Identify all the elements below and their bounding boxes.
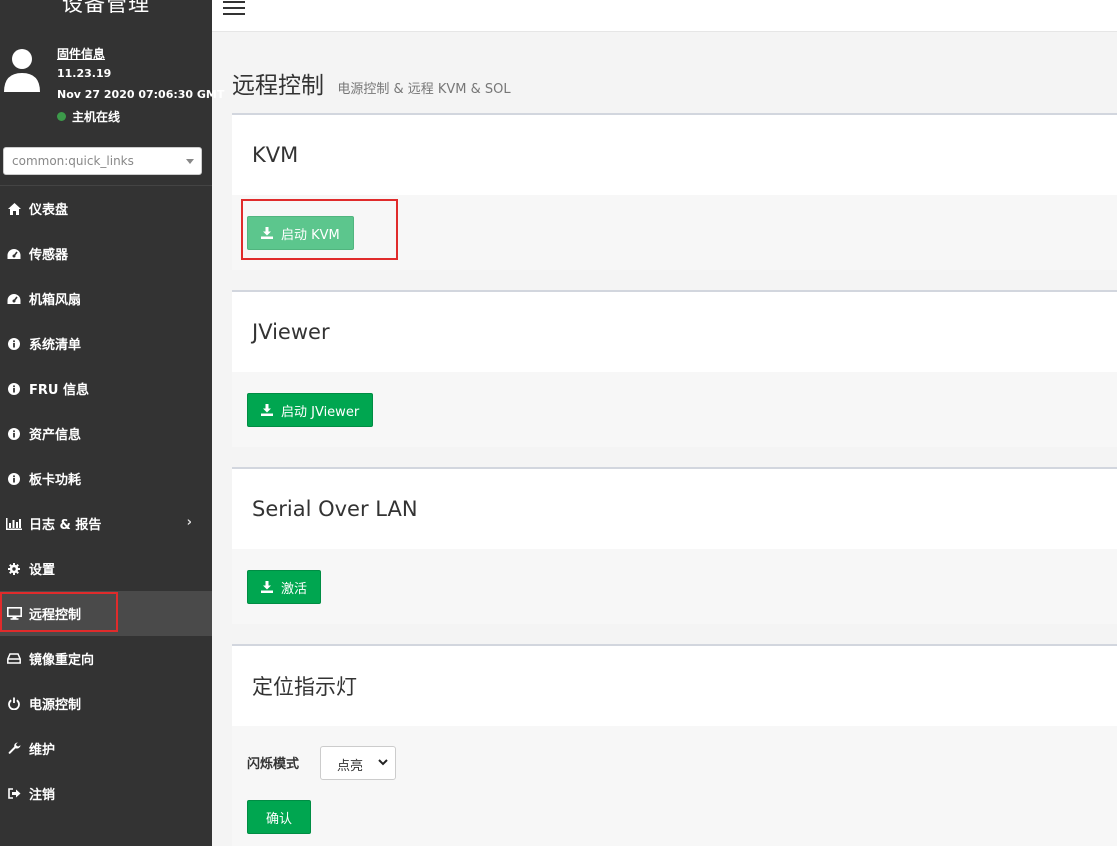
- user-avatar-icon: [4, 49, 40, 92]
- sidebar-item-label: 镜像重定向: [29, 653, 95, 668]
- sidebar: 设备管理 固件信息 11.23.19 Nov 27 2020 07:06:30 …: [0, 0, 224, 846]
- sidebar-item-label: 维护: [29, 743, 56, 758]
- hamburger-menu-icon[interactable]: [223, 1, 245, 15]
- flash-mode-label: 闪烁模式: [247, 757, 300, 772]
- sol-panel: Serial Over LAN 激活: [232, 467, 1117, 624]
- sidebar-item-label: 资产信息: [29, 428, 82, 443]
- download-icon: [261, 227, 273, 239]
- gauge-icon: [6, 291, 22, 307]
- sidebar-item-label: 远程控制: [29, 608, 82, 623]
- jviewer-heading: JViewer: [232, 292, 1117, 372]
- quick-links-select[interactable]: common:quick_links: [3, 147, 202, 175]
- launch-kvm-button[interactable]: 启动 KVM: [247, 216, 354, 250]
- flash-mode-value: 点亮: [337, 759, 364, 774]
- sidebar-item-label: 日志 & 报告: [29, 518, 102, 533]
- page-title: 远程控制 电源控制 & 远程 KVM & SOL: [232, 66, 511, 100]
- kvm-panel: KVM 启动 KVM: [232, 113, 1117, 270]
- sol-heading: Serial Over LAN: [232, 469, 1117, 549]
- sidebar-menu: 仪表盘 传感器 机箱风扇 系统清单 FRU 信息 资产信息 板卡功耗 日志 & …: [0, 186, 212, 816]
- sidebar-item-label: FRU 信息: [29, 383, 89, 398]
- launch-kvm-label: 启动 KVM: [281, 227, 340, 243]
- sidebar-item-maintenance[interactable]: 维护: [0, 726, 212, 771]
- top-bar: [212, 0, 1117, 32]
- sidebar-item-power-control[interactable]: 电源控制: [0, 681, 212, 726]
- host-status-label: 主机在线: [72, 110, 121, 124]
- gear-icon: [6, 561, 22, 577]
- launch-jviewer-label: 启动 JViewer: [281, 404, 360, 420]
- sidebar-item-label: 注销: [29, 788, 56, 803]
- activate-sol-label: 激活: [281, 581, 308, 597]
- sidebar-item-remote-control[interactable]: 远程控制: [0, 591, 212, 636]
- activate-sol-button[interactable]: 激活: [247, 570, 322, 604]
- locator-panel-body: 闪烁模式 点亮 确认: [232, 726, 1117, 846]
- download-icon: [261, 404, 273, 416]
- wrench-icon: [6, 741, 22, 757]
- page-subtitle: 电源控制 & 远程 KVM & SOL: [337, 82, 511, 97]
- status-dot-icon: [57, 112, 66, 121]
- sidebar-item-dashboard[interactable]: 仪表盘: [0, 186, 212, 231]
- drive-icon: [6, 651, 22, 667]
- user-panel: 固件信息 11.23.19 Nov 27 2020 07:06:30 GMT 主…: [0, 42, 224, 132]
- launch-jviewer-button[interactable]: 启动 JViewer: [247, 393, 374, 427]
- page-title-text: 远程控制: [232, 73, 324, 99]
- info-icon: [6, 471, 22, 487]
- sidebar-item-sensors[interactable]: 传感器: [0, 231, 212, 276]
- sidebar-item-logout[interactable]: 注销: [0, 771, 212, 816]
- host-status: 主机在线: [57, 108, 120, 125]
- sidebar-item-fans[interactable]: 机箱风扇: [0, 276, 212, 321]
- sidebar-item-fru[interactable]: FRU 信息: [0, 366, 212, 411]
- sidebar-item-label: 机箱风扇: [29, 293, 82, 308]
- monitor-icon: [6, 606, 22, 622]
- sidebar-item-media-redirect[interactable]: 镜像重定向: [0, 636, 212, 681]
- sidebar-item-inventory[interactable]: 系统清单: [0, 321, 212, 366]
- sol-panel-body: 激活: [232, 549, 1117, 624]
- flash-mode-select[interactable]: 点亮: [320, 746, 396, 780]
- sidebar-item-label: 电源控制: [29, 698, 82, 713]
- info-icon: [6, 336, 22, 352]
- confirm-button[interactable]: 确认: [247, 800, 312, 834]
- gauge-icon: [6, 246, 22, 262]
- bar-chart-icon: [6, 516, 22, 532]
- sidebar-item-label: 系统清单: [29, 338, 82, 353]
- home-icon: [6, 201, 22, 217]
- confirm-label: 确认: [266, 811, 293, 827]
- sign-out-icon: [6, 786, 22, 802]
- sidebar-item-board-power[interactable]: 板卡功耗: [0, 456, 212, 501]
- firmware-date: Nov 27 2020 07:06:30 GMT: [57, 88, 225, 101]
- info-icon: [6, 381, 22, 397]
- jviewer-panel-body: 启动 JViewer: [232, 372, 1117, 447]
- chevron-down-icon: [378, 754, 388, 769]
- sidebar-item-logs[interactable]: 日志 & 报告 ›: [0, 501, 212, 546]
- firmware-info-link[interactable]: 固件信息: [57, 45, 105, 62]
- sidebar-item-settings[interactable]: 设置: [0, 546, 212, 591]
- chevron-right-icon: ›: [186, 515, 192, 530]
- kvm-heading: KVM: [232, 115, 1117, 195]
- caret-down-icon: [186, 159, 194, 164]
- brand-title: 设备管理: [62, 0, 150, 16]
- locator-led-panel: 定位指示灯 闪烁模式 点亮 确认: [232, 644, 1117, 846]
- firmware-version: 11.23.19: [57, 67, 112, 80]
- sidebar-item-label: 设置: [29, 563, 56, 578]
- sidebar-item-label: 板卡功耗: [29, 473, 82, 488]
- quick-links-value: common:quick_links: [12, 154, 134, 168]
- sidebar-item-assets[interactable]: 资产信息: [0, 411, 212, 456]
- sidebar-item-label: 仪表盘: [29, 203, 69, 218]
- download-icon: [261, 581, 273, 593]
- jviewer-panel: JViewer 启动 JViewer: [232, 290, 1117, 447]
- kvm-panel-body: 启动 KVM: [232, 195, 1117, 270]
- info-icon: [6, 426, 22, 442]
- locator-heading: 定位指示灯: [232, 646, 1117, 726]
- power-icon: [6, 696, 22, 712]
- sidebar-item-label: 传感器: [29, 248, 69, 263]
